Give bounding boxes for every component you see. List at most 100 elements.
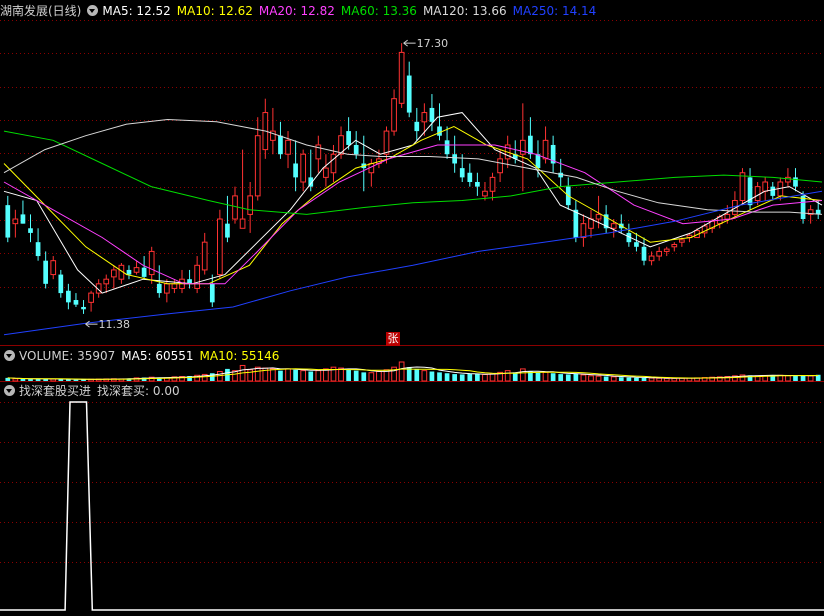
volume-bar xyxy=(656,377,663,382)
buy-signal-line xyxy=(0,401,824,611)
candle-body xyxy=(489,176,496,192)
candle-body xyxy=(595,213,602,220)
volume-bar xyxy=(353,370,359,381)
candle-body xyxy=(232,195,238,220)
candle-body xyxy=(671,243,678,248)
high-price-label: 17.30 xyxy=(417,37,449,50)
candle-body xyxy=(414,121,420,132)
candle-body xyxy=(437,126,442,136)
candle-body xyxy=(293,163,298,178)
candle-body xyxy=(126,269,132,275)
candle-body xyxy=(66,290,71,303)
candle-body xyxy=(346,131,351,145)
volume-bar xyxy=(535,372,541,381)
volume-bar xyxy=(28,379,33,381)
candle-body xyxy=(391,98,397,132)
candle-body xyxy=(88,292,94,303)
candle-body xyxy=(383,130,390,155)
volume-bar xyxy=(73,379,79,381)
volume-bar xyxy=(603,376,609,381)
candle-body xyxy=(406,75,412,113)
candle-body xyxy=(497,158,503,174)
candle-body xyxy=(5,205,11,238)
volume-bar xyxy=(542,371,549,382)
candle-body xyxy=(254,135,261,197)
volume-bar xyxy=(376,371,382,382)
candle-body xyxy=(239,218,246,229)
candle-body xyxy=(739,172,746,202)
candle-body xyxy=(353,144,359,155)
candle-body xyxy=(459,168,465,178)
ma60-line xyxy=(3,130,823,215)
candle-body xyxy=(421,112,428,123)
candle-body xyxy=(194,264,200,289)
volume-bar xyxy=(12,378,19,382)
volume-bar xyxy=(285,368,291,382)
volume-bar xyxy=(20,378,26,381)
candle-body xyxy=(475,182,480,187)
volume-bar xyxy=(398,361,405,382)
volume-bar xyxy=(641,377,647,381)
low-price-label: 11.38 xyxy=(99,318,130,331)
candle-body xyxy=(754,186,761,202)
candle-body xyxy=(610,223,617,229)
volume-bar xyxy=(254,366,261,382)
volume-bar xyxy=(671,377,678,382)
volume-bar xyxy=(519,368,526,382)
volume-bar xyxy=(278,370,283,381)
candle-body xyxy=(444,140,450,155)
candle-body xyxy=(133,267,140,273)
volume-bar xyxy=(504,370,511,382)
candle-body xyxy=(793,177,798,187)
candle-body xyxy=(81,306,86,310)
volume-bar xyxy=(293,369,298,381)
candle-body xyxy=(28,228,33,233)
candle-body xyxy=(588,218,594,229)
volume-bar xyxy=(300,370,307,382)
candle-body xyxy=(770,186,776,196)
volume-bar xyxy=(588,375,594,382)
candle-body xyxy=(225,223,230,238)
volume-bar xyxy=(610,376,617,382)
candle-body xyxy=(656,250,663,257)
volume-bar xyxy=(421,370,428,382)
candle-body xyxy=(330,153,337,174)
candle-body xyxy=(580,223,587,239)
volume-bar xyxy=(550,373,556,381)
volume-bar xyxy=(580,374,587,382)
candle-body xyxy=(171,283,178,289)
candle-body xyxy=(482,190,488,197)
candle-body xyxy=(535,154,541,169)
volume-bar xyxy=(429,371,435,381)
candle-body xyxy=(429,107,435,122)
volume-bar xyxy=(247,369,254,382)
candle-body xyxy=(641,246,647,261)
candle-body xyxy=(800,195,806,220)
candle-body xyxy=(35,242,41,257)
volume-bar xyxy=(467,373,473,381)
candle-body xyxy=(247,195,254,215)
ma20-line xyxy=(3,144,823,285)
volume-bar xyxy=(663,377,670,382)
volume-bar xyxy=(634,377,639,381)
volume-bar xyxy=(618,377,624,381)
candle-body xyxy=(103,278,110,285)
candle-body xyxy=(148,250,155,276)
volume-bar xyxy=(807,375,814,382)
volume-bar xyxy=(475,374,480,381)
price-limit-badge: 张 xyxy=(386,332,400,346)
volume-bar xyxy=(565,374,571,381)
volume-bar xyxy=(459,374,465,381)
candle-body xyxy=(43,260,49,284)
volume-bar xyxy=(595,375,602,382)
ma250-line xyxy=(3,190,823,336)
candle-body xyxy=(398,51,405,104)
candle-body xyxy=(542,139,549,160)
volume-bar xyxy=(452,374,458,381)
candle-body xyxy=(528,135,533,155)
stock-chart[interactable]: 17.30 11.38 xyxy=(0,0,824,616)
candle-body xyxy=(110,269,117,278)
candle-body xyxy=(217,218,223,276)
volume-bar xyxy=(414,368,420,381)
candle-body xyxy=(323,167,329,178)
